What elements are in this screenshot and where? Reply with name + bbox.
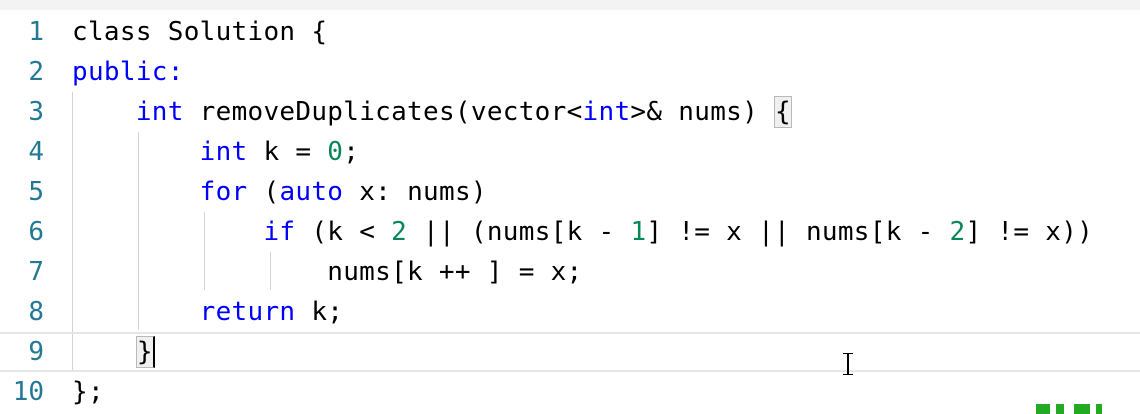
line-number: 5: [28, 177, 44, 207]
code-token: k;: [295, 297, 344, 327]
code-text: int removeDuplicates(vector<int>& nums) …: [72, 92, 792, 132]
number-token: 2: [391, 217, 408, 247]
code-token: ] != x || nums[k -: [646, 217, 950, 247]
code-line[interactable]: 8 return k;: [0, 292, 1140, 332]
keyword-token: return: [199, 297, 296, 327]
code-token: (k <: [295, 217, 392, 247]
watermark-logo: [1030, 398, 1140, 414]
code-token: || (nums[k -: [407, 217, 631, 247]
code-text: return k;: [72, 292, 343, 332]
line-number: 10: [12, 377, 44, 407]
keyword-token: if: [263, 217, 296, 247]
code-line[interactable]: 9 }: [0, 332, 1140, 372]
line-number: 1: [28, 17, 44, 47]
code-token: k =: [247, 137, 328, 167]
editor-top-strip: [0, 0, 1140, 10]
line-number: 9: [28, 337, 44, 367]
code-text: public:: [72, 52, 184, 92]
text-ibeam-icon: [843, 353, 853, 375]
code-line[interactable]: 5 for (auto x: nums): [0, 172, 1140, 212]
code-text: int k = 0;: [72, 132, 359, 172]
code-token: >& nums): [630, 97, 775, 127]
code-editor[interactable]: 1 class Solution { 2 public: 3 int removeDup…: [0, 0, 1140, 414]
code-line[interactable]: 10};: [0, 372, 1140, 412]
line-number: 4: [28, 137, 44, 167]
keyword-token: int: [199, 137, 248, 167]
line-number: 2: [28, 57, 44, 87]
text-cursor-bracket: }: [135, 336, 155, 368]
code-text: nums[k ++ ] = x;: [72, 252, 583, 292]
code-text: if (k < 2 || (nums[k - 1] != x || nums[k…: [72, 212, 1093, 252]
number-token: 0: [327, 137, 344, 167]
keyword-token: public:: [72, 57, 184, 87]
keyword-token: auto: [279, 177, 344, 207]
code-line[interactable]: 7 nums[k ++ ] = x;: [0, 252, 1140, 292]
code-text: };: [72, 372, 104, 412]
code-line[interactable]: 1 class Solution {: [0, 12, 1140, 52]
keyword-token: int: [135, 97, 184, 127]
code-text: for (auto x: nums): [72, 172, 487, 212]
keyword-token: for: [199, 177, 248, 207]
code-text: class Solution {: [72, 12, 327, 52]
code-line[interactable]: 2 public:: [0, 52, 1140, 92]
code-token: };: [72, 377, 104, 407]
keyword-token: int: [582, 97, 631, 127]
line-number: 7: [28, 257, 44, 287]
line-number: 6: [28, 217, 44, 247]
code-token: (: [247, 177, 280, 207]
code-text: }: [72, 334, 155, 370]
code-token: Solution {: [151, 17, 328, 47]
matched-bracket: {: [774, 96, 792, 128]
code-token: x: nums): [343, 177, 487, 207]
code-line[interactable]: 3 int removeDuplicates(vector<int>& nums…: [0, 92, 1140, 132]
number-token: 2: [949, 217, 966, 247]
line-number: 8: [28, 297, 44, 327]
code-line[interactable]: 6 if (k < 2 || (nums[k - 1] != x || nums…: [0, 212, 1140, 252]
code-token: ] != x)): [965, 217, 1094, 247]
number-token: 1: [630, 217, 647, 247]
code-line[interactable]: 4 int k = 0;: [0, 132, 1140, 172]
line-number: 3: [28, 97, 44, 127]
code-token: removeDuplicates(vector<: [183, 97, 583, 127]
code-token: nums[k ++ ] = x;: [72, 257, 583, 287]
code-token: ;: [343, 137, 360, 167]
code-token: class: [72, 17, 152, 47]
